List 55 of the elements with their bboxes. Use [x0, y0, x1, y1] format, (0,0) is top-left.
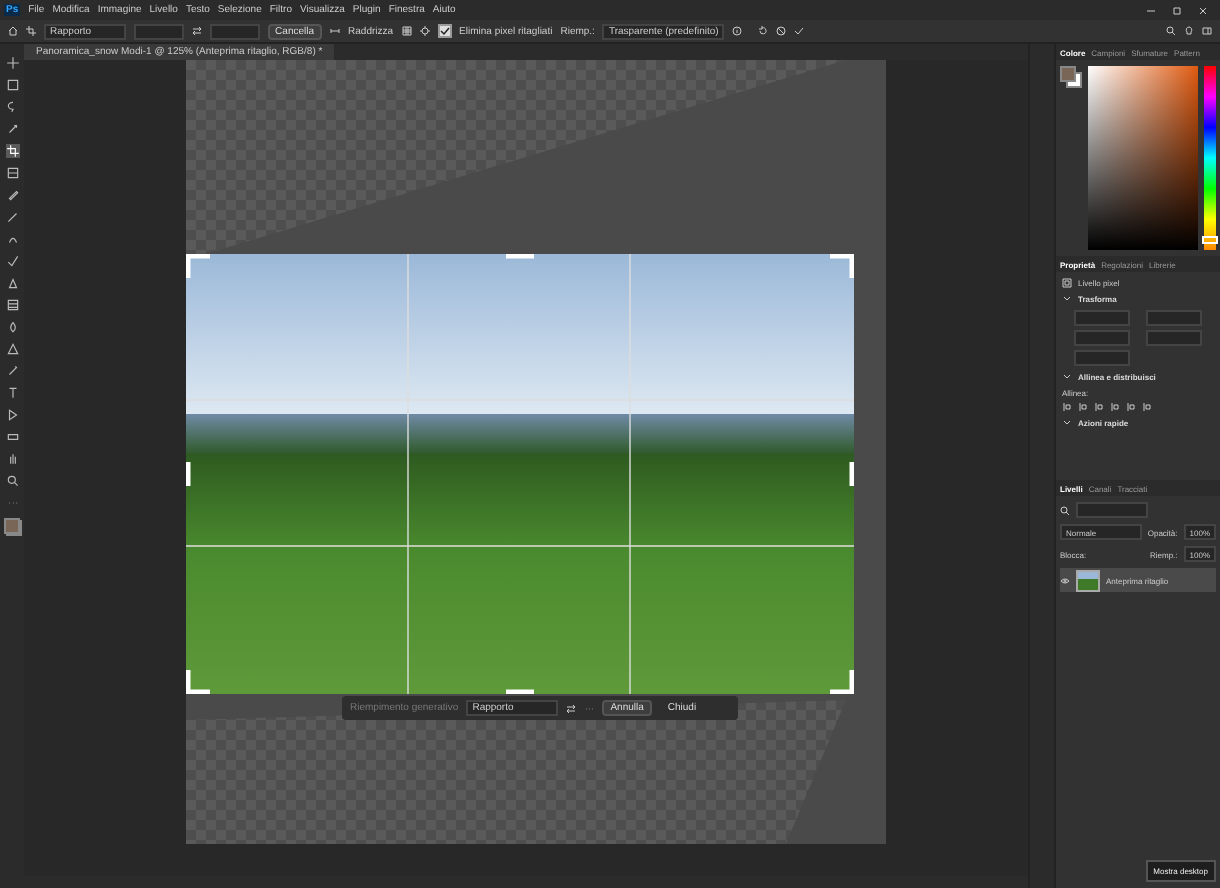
tool-icon[interactable]: [5, 254, 19, 268]
width-field[interactable]: [133, 23, 184, 39]
align-icon[interactable]: [1142, 402, 1152, 412]
search-icon[interactable]: [1060, 505, 1070, 515]
align-icon[interactable]: [1126, 402, 1136, 412]
tool-icon[interactable]: [5, 78, 19, 92]
align-icon[interactable]: [1062, 402, 1072, 412]
home-icon[interactable]: [8, 26, 18, 36]
cancel-icon[interactable]: [776, 26, 787, 36]
swap-icon[interactable]: [566, 703, 577, 713]
grid-icon[interactable]: [401, 26, 412, 36]
tool-icon[interactable]: [5, 408, 19, 422]
layer-icon: [1062, 278, 1072, 288]
info-icon[interactable]: [732, 26, 743, 36]
x-field[interactable]: [1074, 310, 1130, 326]
align-icon[interactable]: [1078, 402, 1088, 412]
close-icon[interactable]: [1198, 5, 1208, 15]
layer-thumbnail: [1076, 569, 1100, 591]
visibility-eye-icon[interactable]: [1060, 575, 1070, 585]
level-icon[interactable]: [330, 26, 341, 36]
color-swatches-icon[interactable]: [1060, 66, 1082, 88]
tool-icon[interactable]: [5, 386, 19, 400]
align-icon[interactable]: [1110, 402, 1120, 412]
tool-icon[interactable]: [5, 188, 19, 202]
tool-icon[interactable]: [5, 166, 19, 180]
height-field[interactable]: [1146, 330, 1202, 346]
height-field[interactable]: [209, 23, 260, 39]
color-picker-field[interactable]: [1088, 66, 1198, 250]
crop-tool-icon[interactable]: [26, 26, 36, 36]
tool-icon[interactable]: [5, 100, 19, 114]
tool-icon[interactable]: [5, 232, 19, 246]
swap-icon[interactable]: [191, 26, 202, 36]
minimize-icon[interactable]: [1146, 5, 1156, 15]
tool-icon[interactable]: [5, 320, 19, 334]
width-field[interactable]: [1146, 310, 1202, 326]
reset-icon[interactable]: [758, 26, 769, 36]
hue-slider-thumb[interactable]: [1202, 236, 1218, 245]
search-icon[interactable]: [1166, 26, 1177, 36]
y-field[interactable]: [1074, 330, 1130, 346]
tool-icon[interactable]: [5, 452, 19, 466]
tool-icon[interactable]: [5, 342, 19, 356]
align-icon[interactable]: [1094, 402, 1104, 412]
color-swatches-icon[interactable]: [3, 518, 21, 536]
tool-icon[interactable]: [5, 474, 19, 488]
tool-icon[interactable]: [5, 122, 19, 136]
tool-icon[interactable]: [5, 298, 19, 312]
tool-icon[interactable]: [5, 210, 19, 224]
workspace-icon[interactable]: [1202, 26, 1213, 36]
tool-icon[interactable]: [5, 430, 19, 444]
angle-field[interactable]: [1074, 350, 1130, 366]
tool-icon[interactable]: [5, 276, 19, 290]
delete-pixels-checkbox[interactable]: [437, 24, 452, 38]
tool-icon[interactable]: [5, 364, 19, 378]
commit-icon[interactable]: [794, 26, 805, 36]
maximize-icon[interactable]: [1172, 5, 1182, 15]
